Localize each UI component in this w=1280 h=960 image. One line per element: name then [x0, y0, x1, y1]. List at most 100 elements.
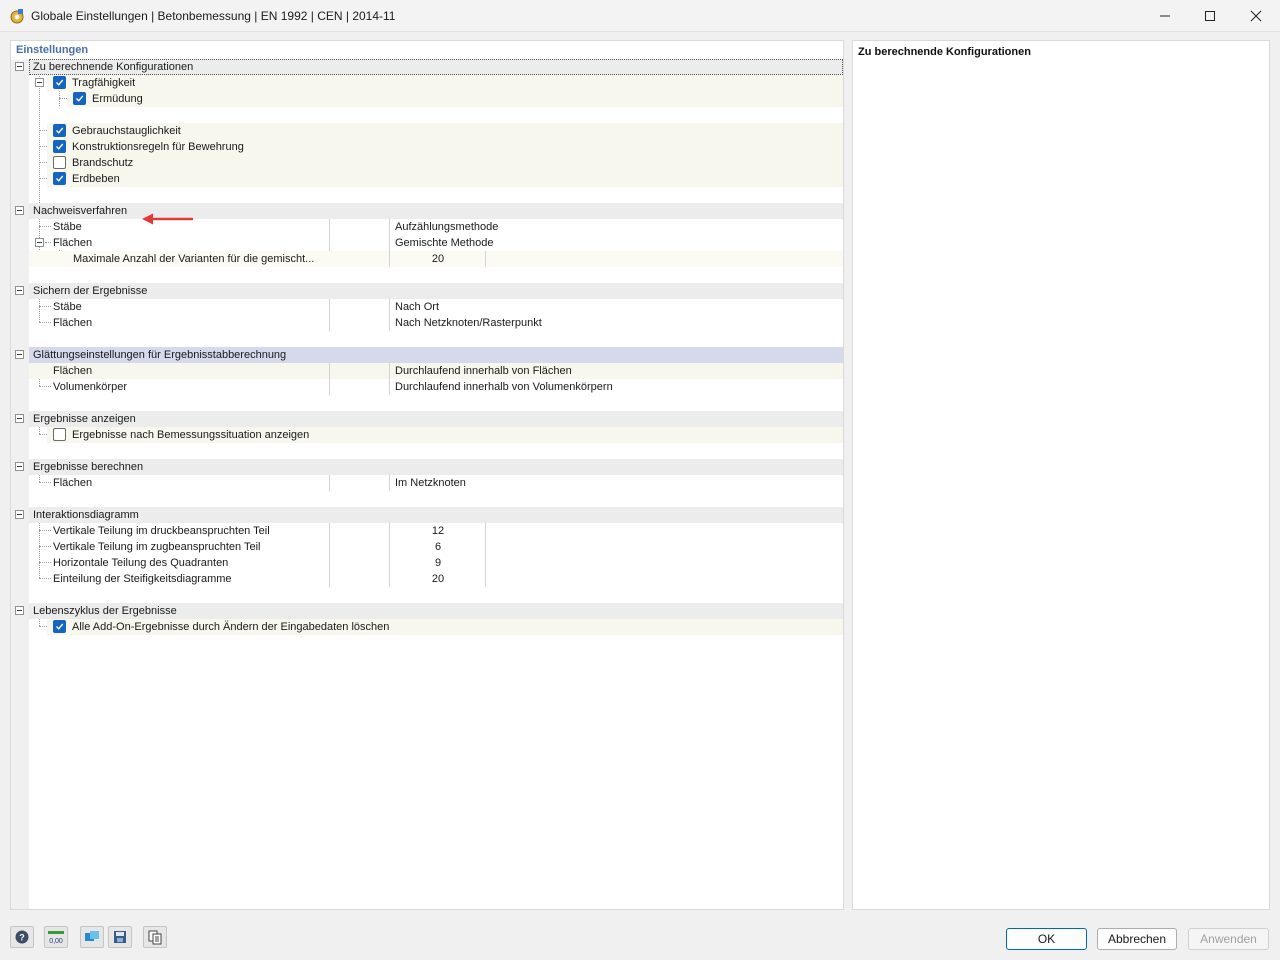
collapse-lebens-toggle[interactable] — [15, 606, 24, 615]
brandschutz-label: Brandschutz — [72, 157, 134, 169]
tree-item-nach-bemessungssituation[interactable]: Ergebnisse nach Bemessungssituation anze… — [47, 427, 843, 443]
property-label: Flächen — [53, 317, 93, 329]
addon-loeschen-checkbox[interactable] — [53, 620, 66, 633]
tragfaehigkeit-checkbox[interactable] — [53, 76, 66, 89]
category-label: Lebenszyklus der Ergebnisse — [33, 605, 177, 617]
property-row-steifigkeit[interactable]: Einteilung der Steifigkeitsdiagramme 20 — [29, 571, 843, 587]
apply-button[interactable]: Anwenden — [1188, 928, 1269, 950]
close-icon — [1250, 10, 1262, 22]
tree-item-konstruktionsregeln[interactable]: Konstruktionsregeln für Bewehrung — [47, 139, 843, 155]
description-title: Zu berechnende Konfigurationen — [858, 46, 1031, 58]
category-label: Sichern der Ergebnisse — [33, 285, 148, 297]
collapse-berechnen-toggle[interactable] — [15, 462, 24, 471]
collapse-interaktion-toggle[interactable] — [15, 510, 24, 519]
tree-item-addon-loeschen[interactable]: Alle Add-On-Ergebnisse durch Ändern der … — [47, 619, 843, 635]
collapse-sichern-toggle[interactable] — [15, 286, 24, 295]
property-label: Maximale Anzahl der Varianten für die ge… — [73, 253, 315, 265]
property-row-flaechen[interactable]: Flächen Gemischte Methode — [29, 235, 843, 251]
property-row-max-varianten[interactable]: Maximale Anzahl der Varianten für die ge… — [29, 251, 843, 267]
property-value[interactable]: 9 — [391, 557, 485, 569]
tree-item-ermuedung[interactable]: Ermüdung — [67, 91, 843, 107]
collapse-nachweis-toggle[interactable] — [15, 206, 24, 215]
property-value[interactable]: Durchlaufend innerhalb von Volumenkörper… — [395, 381, 613, 393]
property-label: Vertikale Teilung im druckbeanspruchten … — [53, 525, 270, 537]
svg-text:?: ? — [19, 933, 25, 943]
ok-button[interactable]: OK — [1006, 928, 1087, 950]
minimize-icon — [1160, 15, 1170, 17]
property-value[interactable]: 12 — [391, 525, 485, 537]
help-button[interactable]: ? — [10, 926, 34, 948]
decimal-units-icon: 0,00 — [48, 931, 64, 945]
category-label: Glättungseinstellungen für Ergebnisstabb… — [33, 349, 287, 361]
settings-tree: Einstellungen Zu berechnende Konfigurati… — [10, 40, 844, 910]
erdbeben-checkbox[interactable] — [53, 172, 66, 185]
property-label: Flächen — [53, 365, 93, 377]
category-glaettung[interactable]: Glättungseinstellungen für Ergebnisstabb… — [29, 347, 843, 363]
cancel-button[interactable]: Abbrechen — [1097, 928, 1177, 950]
category-label: Zu berechnende Konfigurationen — [33, 61, 194, 73]
collapse-tragfaehigkeit-toggle[interactable] — [35, 78, 44, 87]
checkmark-icon — [76, 95, 84, 102]
property-value[interactable]: 20 — [391, 573, 485, 585]
ermuedung-checkbox[interactable] — [73, 92, 86, 105]
maximize-icon — [1205, 11, 1215, 21]
property-row-flaechen[interactable]: Flächen Im Netzknoten — [29, 475, 843, 491]
brandschutz-checkbox[interactable] — [53, 156, 66, 169]
annotation-arrow-icon — [142, 213, 194, 225]
save-icon — [114, 931, 126, 943]
copy-settings-button[interactable] — [143, 926, 167, 948]
property-value[interactable]: Gemischte Methode — [395, 237, 493, 249]
property-row-druck[interactable]: Vertikale Teilung im druckbeanspruchten … — [29, 523, 843, 539]
tree-item-tragfaehigkeit[interactable]: Tragfähigkeit — [47, 75, 843, 91]
property-value[interactable]: 6 — [391, 541, 485, 553]
tree-item-gebrauchstauglichkeit[interactable]: Gebrauchstauglichkeit — [47, 123, 843, 139]
konstruktionsregeln-label: Konstruktionsregeln für Bewehrung — [72, 141, 244, 153]
minimize-button[interactable] — [1142, 0, 1188, 32]
property-row-quadrant[interactable]: Horizontale Teilung des Quadranten 9 — [29, 555, 843, 571]
tree-item-brandschutz[interactable]: Brandschutz — [47, 155, 843, 171]
maximize-button[interactable] — [1187, 0, 1233, 32]
property-label: Flächen — [53, 237, 93, 249]
property-value[interactable]: Durchlaufend innerhalb von Flächen — [395, 365, 572, 377]
property-row-volumenkoerper[interactable]: Volumenkörper Durchlaufend innerhalb von… — [29, 379, 843, 395]
close-button[interactable] — [1233, 0, 1279, 32]
category-interaktionsdiagramm[interactable]: Interaktionsdiagramm — [29, 507, 843, 523]
view-settings-button[interactable] — [80, 926, 104, 948]
erdbeben-label: Erdbeben — [72, 173, 120, 185]
window-title: Globale Einstellungen | Betonbemessung |… — [31, 9, 396, 23]
category-anzeigen[interactable]: Ergebnisse anzeigen — [29, 411, 843, 427]
property-label: Flächen — [53, 477, 93, 489]
tree-item-erdbeben[interactable]: Erdbeben — [47, 171, 843, 187]
property-label: Einteilung der Steifigkeitsdiagramme — [53, 573, 232, 585]
checkmark-icon — [56, 623, 64, 630]
nach-bemessungssituation-checkbox[interactable] — [53, 428, 66, 441]
category-berechnen[interactable]: Ergebnisse berechnen — [29, 459, 843, 475]
gebrauchstauglichkeit-label: Gebrauchstauglichkeit — [72, 125, 181, 137]
property-value[interactable]: 20 — [391, 253, 485, 265]
property-label: Stäbe — [53, 301, 82, 313]
collapse-glaettung-toggle[interactable] — [15, 350, 24, 359]
display-settings-icon — [85, 931, 99, 941]
property-row-zug[interactable]: Vertikale Teilung im zugbeanspruchten Te… — [29, 539, 843, 555]
units-button[interactable]: 0,00 — [44, 926, 68, 948]
property-value[interactable]: Nach Ort — [395, 301, 439, 313]
property-row-staebe[interactable]: Stäbe Nach Ort — [29, 299, 843, 315]
description-pane: Zu berechnende Konfigurationen — [852, 40, 1270, 910]
gebrauchstauglichkeit-checkbox[interactable] — [53, 124, 66, 137]
category-config[interactable]: Zu berechnende Konfigurationen — [29, 59, 843, 75]
property-value[interactable]: Im Netzknoten — [395, 477, 466, 489]
addon-loeschen-label: Alle Add-On-Ergebnisse durch Ändern der … — [72, 621, 390, 633]
collapse-anzeigen-toggle[interactable] — [15, 414, 24, 423]
units-label: 0,00 — [49, 938, 63, 945]
tragfaehigkeit-label: Tragfähigkeit — [72, 77, 136, 89]
property-row-flaechen[interactable]: Flächen Nach Netzknoten/Rasterpunkt — [29, 315, 843, 331]
checkmark-icon — [56, 127, 64, 134]
konstruktionsregeln-checkbox[interactable] — [53, 140, 66, 153]
property-value[interactable]: Nach Netzknoten/Rasterpunkt — [395, 317, 542, 329]
property-row-flaechen[interactable]: Flächen Durchlaufend innerhalb von Fläch… — [29, 363, 843, 379]
property-value[interactable]: Aufzählungsmethode — [395, 221, 498, 233]
collapse-config-toggle[interactable] — [15, 62, 24, 71]
category-sichern[interactable]: Sichern der Ergebnisse — [29, 283, 843, 299]
category-lebenszyklus[interactable]: Lebenszyklus der Ergebnisse — [29, 603, 843, 619]
save-settings-button[interactable] — [108, 926, 132, 948]
